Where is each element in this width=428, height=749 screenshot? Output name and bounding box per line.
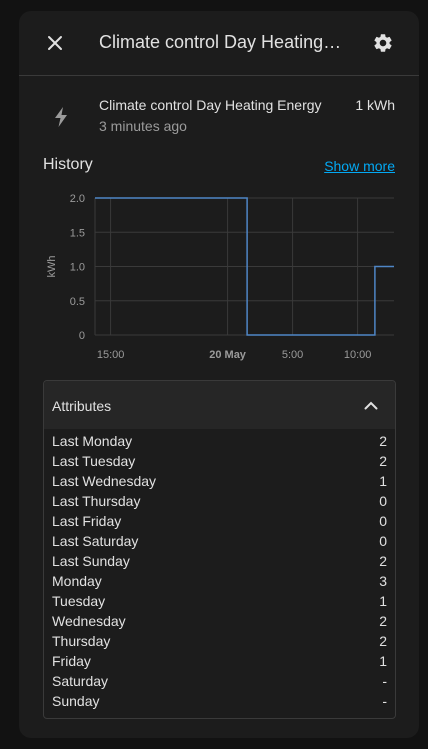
flash-icon — [49, 105, 73, 129]
entity-row: Climate control Day Heating Energy 3 min… — [19, 87, 419, 147]
history-title: History — [43, 156, 93, 173]
attribute-row: Last Friday 0 — [52, 511, 387, 531]
attribute-value: 2 — [379, 453, 387, 469]
attribute-row: Saturday - — [52, 671, 387, 691]
attribute-key: Friday — [52, 653, 91, 669]
attribute-value: 3 — [379, 573, 387, 589]
x-tick-label: 10:00 — [344, 349, 372, 361]
entity-name: Climate control Day Heating Energy — [99, 97, 322, 113]
attribute-value: 2 — [379, 433, 387, 449]
attribute-key: Monday — [52, 573, 102, 589]
dialog-title: Climate control Day Heating Energy — [99, 32, 344, 52]
settings-button[interactable] — [363, 23, 403, 63]
x-tick-label: 20 May — [209, 349, 247, 361]
attribute-row: Friday 1 — [52, 651, 387, 671]
attribute-row: Sunday - — [52, 691, 387, 711]
attribute-key: Last Friday — [52, 513, 122, 529]
attributes-title: Attributes — [52, 398, 112, 414]
attribute-row: Last Tuesday 2 — [52, 451, 387, 471]
attribute-value: 2 — [379, 553, 387, 569]
attribute-row: Monday 3 — [52, 571, 387, 591]
attribute-row: Last Sunday 2 — [52, 551, 387, 571]
close-button[interactable] — [35, 23, 75, 63]
attribute-value: 2 — [379, 613, 387, 629]
x-tick-label: 5:00 — [282, 349, 303, 361]
attribute-value: 1 — [379, 593, 387, 609]
attributes-panel: Attributes Last Monday 2 Last Tuesday 2 Last… — [43, 380, 396, 719]
attribute-value: 1 — [379, 473, 387, 489]
attributes-list: Last Monday 2 Last Tuesday 2 Last Wednesday 1… — [44, 429, 395, 711]
more-info-dialog: Climate control Day Heating Energy Clima… — [19, 11, 419, 738]
attribute-key: Last Tuesday — [52, 453, 136, 469]
y-tick-label: 2.0 — [70, 193, 85, 205]
attribute-key: Last Thursday — [52, 493, 141, 509]
show-more-link[interactable]: Show more — [324, 158, 395, 174]
attribute-value: 2 — [379, 633, 387, 649]
history-chart-svg: 2.0 1.5 1.0 0.5 0 15:00 20 May 5:00 10:00 kWh — [46, 193, 394, 361]
attribute-value: - — [382, 673, 387, 689]
attribute-value: 0 — [379, 533, 387, 549]
entity-state: 1 kWh — [355, 97, 395, 113]
attribute-value: 0 — [379, 493, 387, 509]
y-tick-label: 0 — [79, 330, 85, 342]
close-icon — [48, 36, 62, 50]
y-tick-label: 1.5 — [70, 227, 85, 239]
attribute-row: Tuesday 1 — [52, 591, 387, 611]
attribute-key: Thursday — [52, 633, 111, 649]
dialog-header: Climate control Day Heating Energy — [19, 11, 419, 76]
history-chart: 2.0 1.5 1.0 0.5 0 15:00 20 May 5:00 10:00 kWh — [19, 189, 419, 379]
attribute-key: Last Monday — [52, 433, 133, 449]
chevron-up-icon — [359, 393, 383, 417]
attribute-key: Last Sunday — [52, 553, 130, 569]
attribute-key: Last Saturday — [52, 533, 139, 549]
attribute-row: Last Saturday 0 — [52, 531, 387, 551]
attribute-value: 1 — [379, 653, 387, 669]
attribute-row: Last Wednesday 1 — [52, 471, 387, 491]
attribute-row: Wednesday 2 — [52, 611, 387, 631]
attribute-key: Wednesday — [52, 613, 126, 629]
y-tick-label: 0.5 — [70, 296, 85, 308]
attribute-value: - — [382, 693, 387, 709]
attribute-value: 0 — [379, 513, 387, 529]
attributes-expander[interactable]: Attributes — [44, 381, 395, 429]
x-tick-label: 15:00 — [97, 349, 125, 361]
attribute-key: Saturday — [52, 673, 109, 689]
y-tick-label: 1.0 — [70, 262, 85, 274]
gear-icon — [374, 34, 392, 52]
attribute-row: Last Monday 2 — [52, 431, 387, 451]
attribute-row: Thursday 2 — [52, 631, 387, 651]
entity-last-changed: 3 minutes ago — [99, 118, 187, 134]
attribute-key: Tuesday — [52, 593, 106, 609]
y-axis-label: kWh — [46, 256, 58, 278]
attribute-row: Last Thursday 0 — [52, 491, 387, 511]
attribute-key: Last Wednesday — [52, 473, 157, 489]
attribute-key: Sunday — [52, 693, 100, 709]
